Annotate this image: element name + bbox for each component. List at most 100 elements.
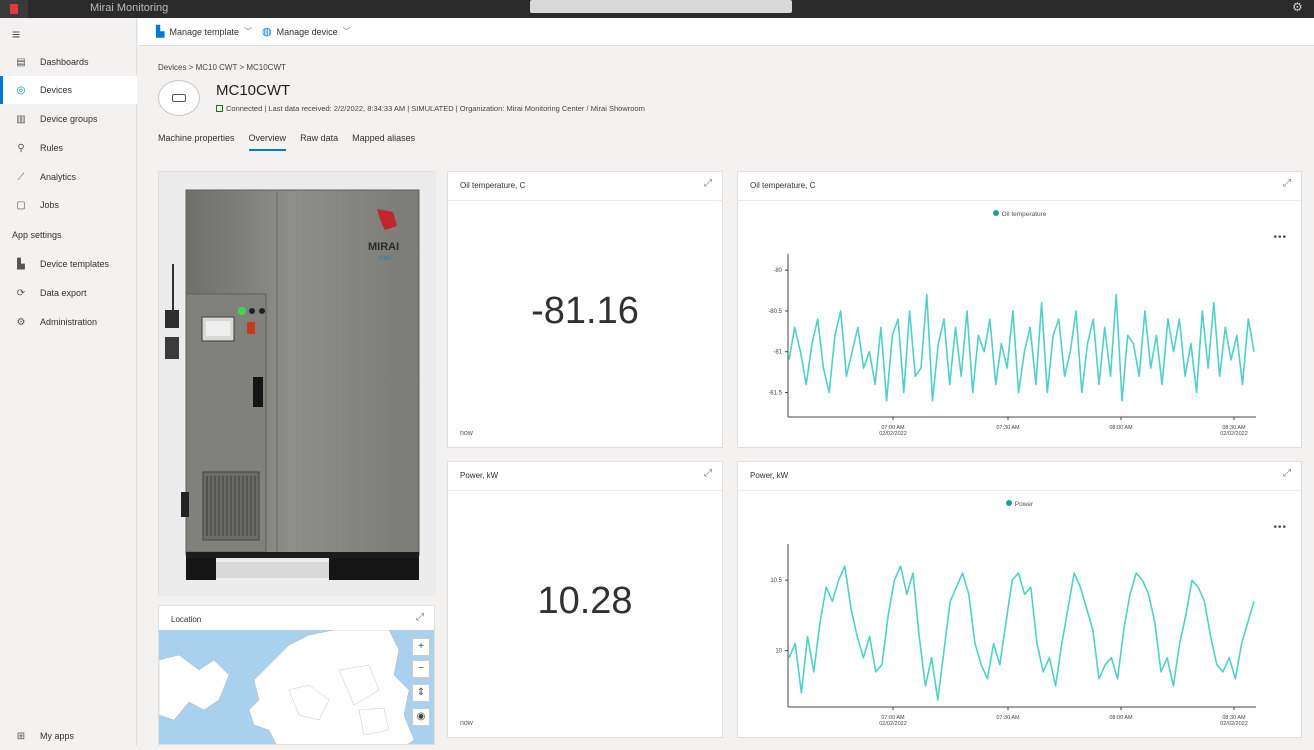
sidebar-item-label: Administration: [40, 317, 98, 327]
machine-brand-label: MIRAI: [368, 241, 399, 253]
app-settings-section-label: App settings: [12, 230, 62, 240]
power-value: 10.28: [537, 580, 633, 622]
devices-icon: ◎: [16, 84, 26, 96]
y-tick-label: 10.5: [770, 578, 782, 584]
device-globe-icon: ◍: [262, 26, 272, 38]
sidebar-item-label: Device groups: [40, 114, 98, 124]
sidebar-item-label: Data export: [40, 288, 87, 298]
x-tick-label: 07:30 AM: [996, 425, 1020, 431]
y-tick-label: 10: [775, 649, 782, 655]
analytics-icon: ⟋: [17, 171, 25, 183]
dashboard-icon: ▤: [16, 56, 26, 68]
kpi-timestamp: now: [460, 430, 473, 437]
compass-icon[interactable]: ⇕: [412, 684, 430, 702]
device-icon: [158, 80, 200, 116]
device-tabs: Machine properties Overview Raw data Map…: [158, 133, 429, 151]
manage-template-button[interactable]: ▙ Manage template ﹀: [156, 25, 252, 38]
series-line-power: [788, 565, 1255, 701]
y-tick-label: -81.5: [768, 391, 782, 397]
x-tick-date-label: 02/02/2022: [879, 431, 907, 437]
app-name: Mirai Monitoring: [90, 2, 169, 14]
device-status-text: Connected | Last data received: 2/2/2022…: [226, 104, 645, 113]
data-export-icon: ⟳: [16, 287, 26, 299]
chevron-down-icon: ﹀: [342, 27, 351, 36]
settings-gear-icon[interactable]: ⚙: [1292, 0, 1308, 14]
sidebar-item-jobs[interactable]: ▢ Jobs: [0, 191, 137, 219]
search-input[interactable]: [530, 0, 792, 13]
sidebar-item-data-export[interactable]: ⟳ Data export: [0, 279, 137, 307]
zoom-in-button[interactable]: +: [412, 638, 430, 656]
y-tick-label: -81: [773, 350, 782, 356]
sidebar-item-analytics[interactable]: ⟋ Analytics: [0, 163, 137, 191]
device-status-line: Connected | Last data received: 2/2/2022…: [216, 104, 645, 113]
app-logo[interactable]: [0, 0, 28, 18]
power-chart-tile: Power, kW ⤢ Power ••• 10.5 10 07:00 AM 02/0…: [737, 461, 1302, 738]
sidebar-item-label: Devices: [40, 85, 73, 95]
manage-template-label: Manage template: [169, 26, 240, 37]
administration-icon: ⚙: [16, 316, 26, 328]
sidebar-item-my-apps[interactable]: ⊞ My apps: [0, 722, 137, 750]
y-tick-label: -80: [773, 268, 782, 274]
tab-overview[interactable]: Overview: [248, 133, 287, 151]
x-tick-label: 08:00 AM: [1109, 715, 1133, 721]
tile-title: Oil temperature, C: [460, 181, 526, 190]
y-tick-label: -80.5: [768, 309, 782, 315]
device-templates-icon: ▙: [17, 258, 25, 270]
x-tick-date-label: 02/02/2022: [1220, 431, 1248, 437]
machine-image-tile: MIRAI CWT: [158, 171, 436, 596]
jobs-icon: ▢: [16, 199, 26, 211]
sidebar-item-rules[interactable]: ⚲ Rules: [0, 134, 137, 162]
chevron-down-icon: ﹀: [244, 27, 253, 36]
tile-title: Power, kW: [460, 471, 499, 480]
oil-temperature-kpi-tile: Oil temperature, C ⤢ -81.16 now: [447, 171, 723, 448]
machine-model-label: CWT: [379, 256, 393, 262]
my-apps-icon: ⊞: [16, 730, 26, 742]
x-tick-date-label: 02/02/2022: [1220, 721, 1248, 727]
sidebar-item-label: My apps: [40, 731, 75, 741]
tab-raw-data[interactable]: Raw data: [300, 133, 338, 151]
sidebar-item-devices[interactable]: ◎ Devices: [0, 76, 137, 104]
sidebar-item-administration[interactable]: ⚙ Administration: [0, 308, 137, 336]
location-map[interactable]: + − ⇕ ◉: [159, 630, 434, 744]
manage-device-button[interactable]: ◍ Manage device ﹀: [262, 25, 351, 38]
sidebar-item-label: Dashboards: [40, 57, 89, 67]
left-navigation: ≡ ▤ Dashboards ◎ Devices ▥ Device groups…: [0, 18, 137, 745]
power-kpi-tile: Power, kW ⤢ 10.28 now: [447, 461, 723, 738]
series-line-oil-temperature: [788, 293, 1255, 402]
sidebar-item-device-templates[interactable]: ▙ Device templates: [0, 250, 137, 278]
x-tick-date-label: 02/02/2022: [879, 721, 907, 727]
machine-image: MIRAI CWT: [159, 172, 436, 596]
oil-temperature-chart-tile: Oil temperature, C ⤢ Oil temperature •••…: [737, 171, 1302, 448]
oil-temperature-chart: -80-80.5-81-81.507:00 AM02/02/202207:30 …: [768, 254, 1256, 437]
oil-temperature-value: -81.16: [531, 290, 639, 332]
sidebar-item-dashboards[interactable]: ▤ Dashboards: [0, 48, 137, 76]
power-chart: 10.51007:00 AM02/02/202207:30 AM 08:00 AM…: [770, 544, 1256, 727]
map-style-icon[interactable]: ◉: [412, 708, 430, 726]
map-land: [159, 630, 415, 744]
expand-icon[interactable]: ⤢: [704, 468, 712, 479]
zoom-out-button[interactable]: −: [412, 660, 430, 678]
app-top-bar: Mirai Monitoring ⚙: [0, 0, 1314, 18]
device-groups-icon: ▥: [16, 113, 26, 125]
manage-device-label: Manage device: [276, 26, 338, 37]
tab-mapped-aliases[interactable]: Mapped aliases: [352, 133, 415, 151]
sidebar-item-device-groups[interactable]: ▥ Device groups: [0, 105, 137, 133]
tab-machine-properties[interactable]: Machine properties: [158, 133, 235, 151]
x-tick-label: 08:00 AM: [1109, 425, 1133, 431]
expand-icon[interactable]: ⤢: [416, 612, 424, 623]
breadcrumb[interactable]: Devices > MC10 CWT > MC10CWT: [158, 63, 286, 72]
template-icon: ▙: [156, 26, 165, 38]
sidebar-item-label: Analytics: [40, 172, 77, 182]
command-bar: ▙ Manage template ﹀ ◍ Manage device ﹀: [138, 18, 1314, 46]
connected-status-icon: [216, 105, 223, 112]
hamburger-menu-icon[interactable]: ≡: [12, 26, 20, 42]
rules-icon: ⚲: [17, 142, 25, 154]
sidebar-item-label: Device templates: [40, 259, 110, 269]
expand-icon[interactable]: ⤢: [704, 178, 712, 189]
page-title: MC10CWT: [216, 82, 291, 99]
sidebar-item-label: Rules: [40, 143, 64, 153]
sidebar-item-label: Jobs: [40, 200, 60, 210]
location-tile: Location ⤢ + − ⇕ ◉: [158, 605, 435, 745]
tile-title: Location: [171, 615, 202, 624]
kpi-timestamp: now: [460, 720, 473, 727]
